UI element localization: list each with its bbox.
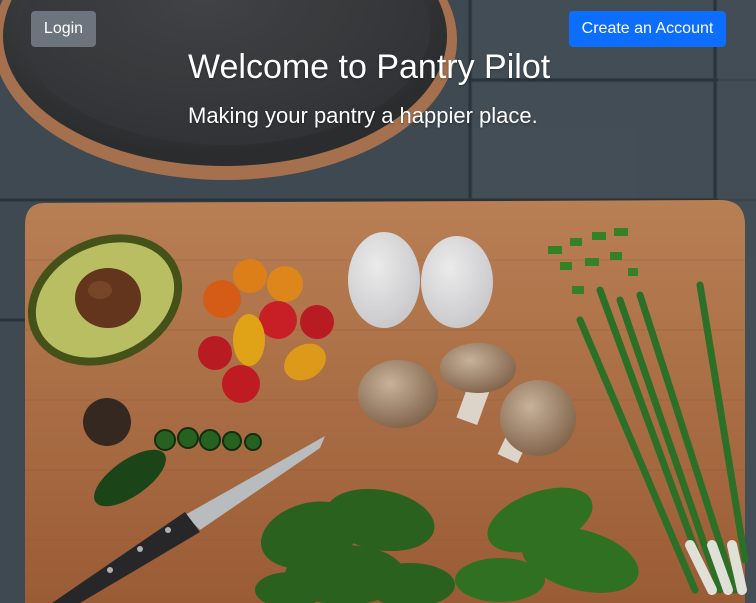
hero-background-image: [0, 0, 756, 603]
page-subtitle: Making your pantry a happier place.: [188, 103, 538, 128]
create-account-button[interactable]: Create an Account: [569, 11, 726, 47]
login-button[interactable]: Login: [31, 11, 96, 47]
page-title: Welcome to Pantry Pilot: [188, 48, 551, 86]
